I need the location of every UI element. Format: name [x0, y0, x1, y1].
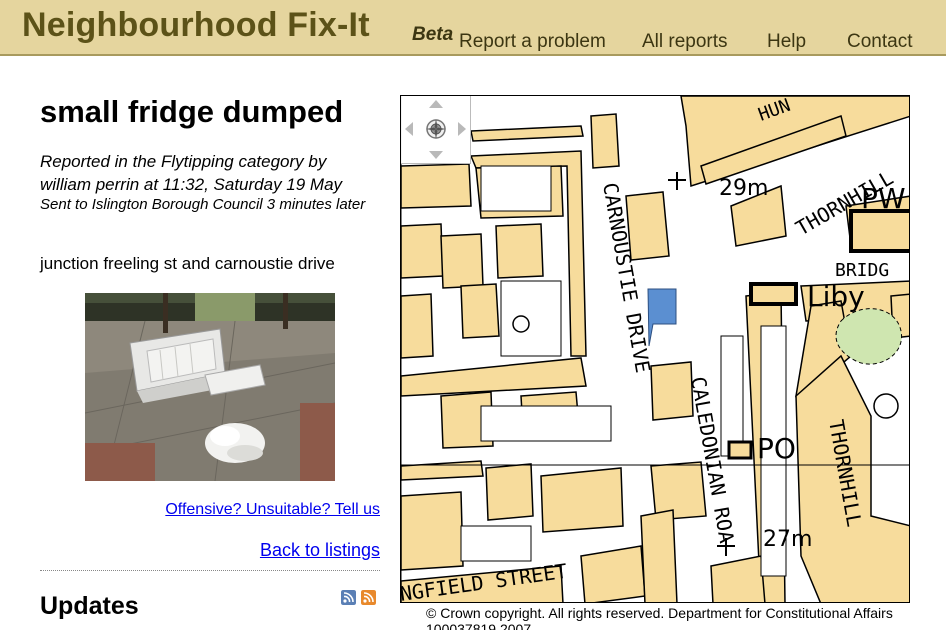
map-label-elevation-27: 27m	[763, 527, 812, 552]
site-header: Neighbourhood Fix-It Beta Report a probl…	[0, 0, 946, 56]
report-photo[interactable]	[85, 293, 335, 481]
nav-report-problem[interactable]: Report a problem	[459, 31, 606, 53]
nav-contact[interactable]: Contact	[847, 31, 912, 53]
compass-icon[interactable]	[425, 118, 447, 140]
divider	[40, 570, 380, 571]
map-label-bridge: BRIDG	[835, 260, 889, 281]
pan-right-arrow-icon[interactable]	[458, 122, 466, 136]
fridge-photo-illustration	[85, 293, 335, 481]
report-meta: Reported in the Flytipping category by w…	[40, 152, 343, 194]
back-to-listings-link[interactable]: Back to listings	[260, 540, 380, 561]
map-label-elevation-29: 29m	[719, 176, 768, 201]
report-offensive-link[interactable]: Offensive? Unsuitable? Tell us	[165, 501, 380, 519]
report-map[interactable]: CARNOUSTIE DRIVE CALEDONIAN ROA THORNHIL…	[400, 95, 910, 603]
site-logo[interactable]: Neighbourhood Fix-It	[22, 6, 370, 45]
pan-down-arrow-icon[interactable]	[429, 151, 443, 159]
pan-up-arrow-icon[interactable]	[429, 100, 443, 108]
map-label-liby: Liby	[807, 280, 865, 313]
nav-all-reports[interactable]: All reports	[642, 31, 728, 53]
rss-icon[interactable]	[361, 590, 376, 605]
pan-left-arrow-icon[interactable]	[405, 122, 413, 136]
map-copyright: © Crown copyright. All rights reserved. …	[426, 605, 893, 630]
beta-label: Beta	[412, 24, 454, 45]
report-title: small fridge dumped	[40, 94, 344, 129]
map-label-po: PO	[757, 432, 796, 465]
updates-heading: Updates	[40, 592, 139, 620]
map-pan-control	[401, 96, 471, 164]
map-tiles: CARNOUSTIE DRIVE CALEDONIAN ROA THORNHIL…	[401, 96, 909, 602]
nav-help[interactable]: Help	[767, 31, 806, 53]
rss-icon[interactable]	[341, 590, 356, 605]
map-label-pw: PW	[861, 182, 906, 215]
report-detail: junction freeling st and carnoustie driv…	[40, 254, 335, 273]
report-sent-info: Sent to Islington Borough Council 3 minu…	[40, 196, 366, 213]
